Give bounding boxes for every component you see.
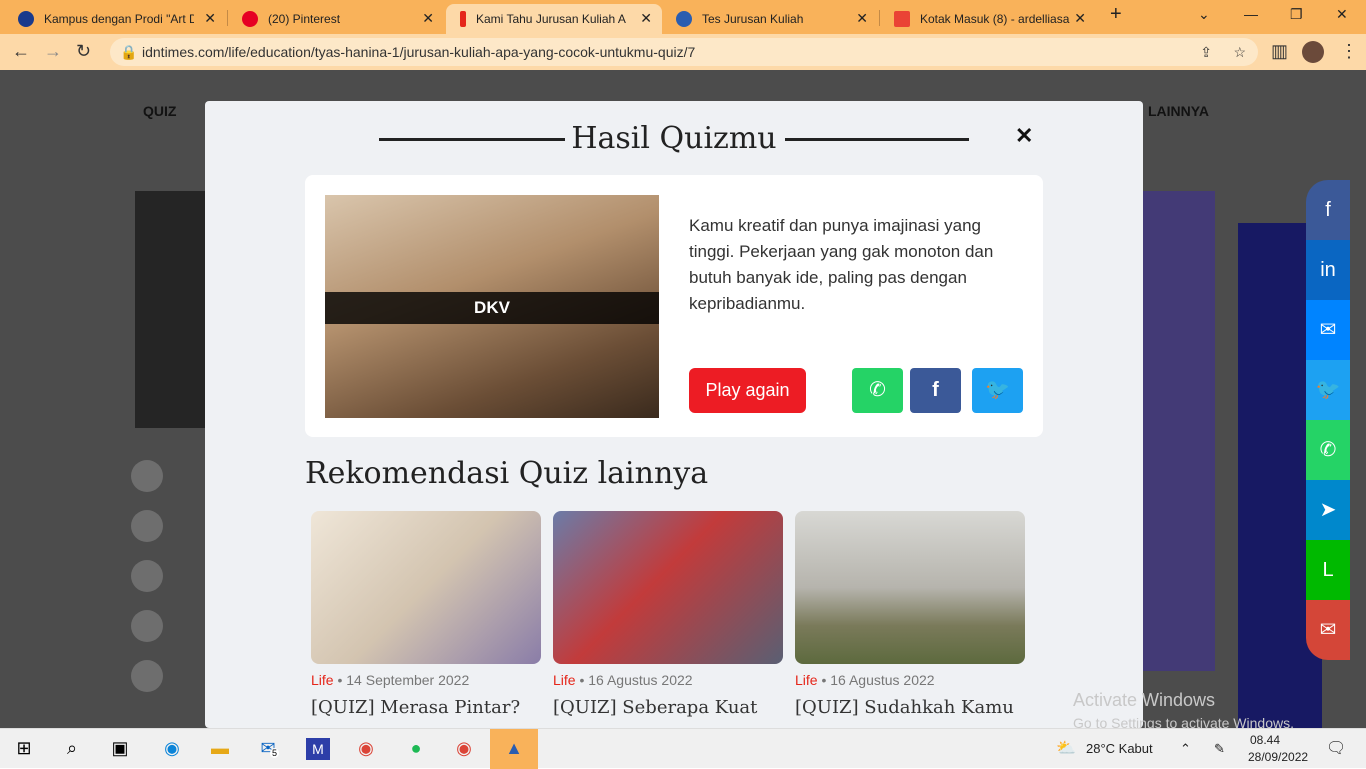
menu-icon[interactable]: ⋮ xyxy=(1340,41,1358,62)
recommend-title-link[interactable]: [QUIZ] Sudahkah Kamu xyxy=(795,696,1025,720)
tab-pinterest[interactable]: (20) Pinterest ✕ xyxy=(228,4,444,34)
edge-icon[interactable]: ◉ xyxy=(160,738,184,760)
result-description: Kamu kreatif dan punya imajinasi yang ti… xyxy=(689,216,994,313)
category-link[interactable]: Life xyxy=(311,672,334,688)
clock-time[interactable]: 08.44 xyxy=(1250,733,1280,747)
recommend-card[interactable]: Life • 16 Agustus 2022 [QUIZ] Sudahkah K… xyxy=(795,511,1025,720)
back-icon[interactable]: ← xyxy=(12,41,30,62)
twitter-icon[interactable]: 🐦 xyxy=(1306,360,1350,420)
result-card: DKV Kamu kreatif dan punya imajinasi yan… xyxy=(305,175,1043,437)
facebook-share-button[interactable]: f xyxy=(910,368,961,413)
page-viewport: QUIZ LAINNYA f in ✉ 🐦 ✆ ➤ L ✉ Hasil Quiz… xyxy=(0,70,1366,728)
recommend-thumbnail[interactable] xyxy=(553,511,783,664)
result-image: DKV xyxy=(325,195,659,418)
linkedin-icon[interactable]: in xyxy=(1306,240,1350,300)
quiz-result-modal: Hasil Quizmu ✕ DKV Kamu kreatif dan puny… xyxy=(205,101,1143,728)
weather-icon[interactable]: ⛅ xyxy=(1056,738,1076,758)
category-link[interactable]: Life xyxy=(795,672,818,688)
mail-badge: 5 xyxy=(270,748,280,758)
windows-start-icon[interactable]: ⊞ xyxy=(12,738,36,760)
app-icon[interactable]: ▲ xyxy=(502,738,526,760)
recommend-card[interactable]: Life • 14 September 2022 [QUIZ] Merasa P… xyxy=(311,511,541,720)
gmail-icon xyxy=(894,11,910,27)
app-icon xyxy=(18,11,34,27)
pinterest-icon xyxy=(242,11,258,27)
recommend-card[interactable]: Life • 16 Agustus 2022 [QUIZ] Seberapa K… xyxy=(553,511,783,720)
close-window-button[interactable]: ✕ xyxy=(1336,6,1348,23)
post-date: 16 Agustus 2022 xyxy=(588,672,693,688)
minimize-button[interactable]: — xyxy=(1244,6,1258,22)
close-icon[interactable]: ✕ xyxy=(856,10,868,27)
avatar[interactable] xyxy=(1302,41,1324,63)
windows-taskbar: ⊞ ⌕ ▣ ◉ ▬ ✉ 5 M ◉ ● ◉ ▲ ⛅ 28°C Kabut ⌃ ✎ … xyxy=(0,728,1366,769)
search-icon[interactable]: ⌕ xyxy=(60,738,84,760)
close-icon[interactable]: ✕ xyxy=(204,10,216,27)
close-icon[interactable]: ✕ xyxy=(422,10,434,27)
activate-windows-title: Activate Windows xyxy=(1073,690,1216,710)
chrome-icon[interactable]: ◉ xyxy=(354,738,378,760)
recommend-title-link[interactable]: [QUIZ] Seberapa Kuat xyxy=(553,696,783,720)
task-view-icon[interactable]: ▣ xyxy=(108,738,132,760)
messenger-icon[interactable]: ✉ xyxy=(1306,300,1350,360)
recommend-thumbnail[interactable] xyxy=(795,511,1025,664)
weather-text[interactable]: 28°C Kabut xyxy=(1086,741,1153,756)
chevron-up-icon[interactable]: ⌃ xyxy=(1180,741,1191,757)
spotify-icon[interactable]: ● xyxy=(404,738,428,760)
category-link[interactable]: Life xyxy=(553,672,576,688)
maximize-button[interactable]: ❐ xyxy=(1290,6,1303,23)
modal-title: Hasil Quizmu xyxy=(571,121,777,156)
chrome-icon[interactable]: ◉ xyxy=(452,738,476,760)
recommend-title-link[interactable]: [QUIZ] Merasa Pintar? xyxy=(311,696,541,720)
social-share-sidebar: f in ✉ 🐦 ✆ ➤ L ✉ xyxy=(1306,180,1350,660)
telegram-icon[interactable]: ➤ xyxy=(1306,480,1350,540)
url-field[interactable]: 🔒 idntimes.com/life/education/tyas-hanin… xyxy=(110,38,1258,66)
whatsapp-icon[interactable]: ✆ xyxy=(1306,420,1350,480)
tab-quiz-active[interactable]: Kami Tahu Jurusan Kuliah Ap ✕ xyxy=(446,4,662,34)
mail-icon[interactable]: ✉ 5 xyxy=(256,738,280,760)
lock-icon: 🔒 xyxy=(120,44,138,60)
post-date: 14 September 2022 xyxy=(346,672,470,688)
new-tab-button[interactable]: + xyxy=(1110,3,1122,26)
recommend-title: Rekomendasi Quiz lainnya xyxy=(305,456,709,491)
tab-tes-jurusan[interactable]: Tes Jurusan Kuliah ✕ xyxy=(662,4,878,34)
activate-windows-hint: Go to Settings to activate Windows. xyxy=(1073,715,1294,728)
line-icon[interactable]: L xyxy=(1306,540,1350,600)
whatsapp-share-button[interactable]: ✆ xyxy=(852,368,903,413)
close-icon[interactable]: ✕ xyxy=(1074,10,1086,27)
play-again-button[interactable]: Play again xyxy=(689,368,806,413)
notification-icon[interactable]: 🗨 xyxy=(1326,738,1346,758)
reload-icon[interactable]: ↻ xyxy=(76,41,91,62)
share-icon[interactable]: ⇪ xyxy=(1200,38,1212,66)
post-date: 16 Agustus 2022 xyxy=(830,672,935,688)
close-icon[interactable]: ✕ xyxy=(1015,123,1033,149)
pen-icon[interactable]: ✎ xyxy=(1214,741,1225,757)
chevron-down-icon[interactable]: ⌄ xyxy=(1198,6,1210,23)
clock-date[interactable]: 28/09/2022 xyxy=(1248,750,1308,764)
result-label: DKV xyxy=(325,292,659,324)
tab-gmail[interactable]: Kotak Masuk (8) - ardelliasal ✕ xyxy=(880,4,1096,34)
app-icon[interactable]: M xyxy=(306,738,330,760)
twitter-share-button[interactable]: 🐦 xyxy=(972,368,1023,413)
idntimes-icon xyxy=(460,11,466,27)
sidebar-icon[interactable]: ▥ xyxy=(1271,41,1288,62)
tab-kampus[interactable]: Kampus dengan Prodi "Art D ✕ xyxy=(4,4,226,34)
forward-icon[interactable]: → xyxy=(44,41,62,62)
close-icon[interactable]: ✕ xyxy=(640,10,652,27)
email-icon[interactable]: ✉ xyxy=(1306,600,1350,660)
file-explorer-icon[interactable]: ▬ xyxy=(208,738,232,760)
browser-tab-bar: Kampus dengan Prodi "Art D ✕ (20) Pinter… xyxy=(0,0,1366,34)
star-icon[interactable]: ☆ xyxy=(1233,38,1246,66)
address-bar-area: ← → ↻ 🔒 idntimes.com/life/education/tyas… xyxy=(0,34,1366,70)
app-icon xyxy=(676,11,692,27)
recommend-thumbnail[interactable] xyxy=(311,511,541,664)
facebook-icon[interactable]: f xyxy=(1306,180,1350,240)
